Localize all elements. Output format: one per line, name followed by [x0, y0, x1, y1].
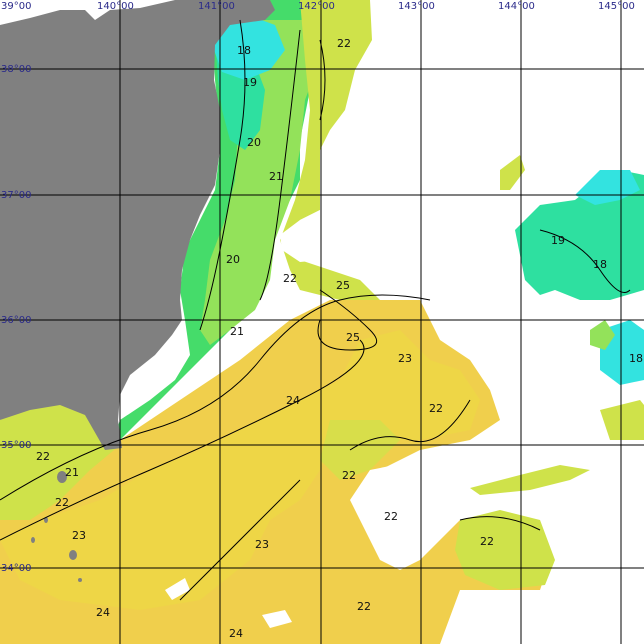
lat-label-38: 38°00 — [1, 64, 31, 75]
island-5 — [78, 578, 82, 582]
lon-label-142: 142°00 — [298, 1, 335, 12]
sea-surface-temperature-map: 39°00 140°00 141°00 142°00 143°00 144°00… — [0, 0, 644, 644]
contour-label: 22 — [357, 600, 371, 613]
contour-label: 18 — [237, 44, 251, 57]
contour-label: 21 — [65, 466, 79, 479]
contour-label: 22 — [283, 272, 297, 285]
lat-label-34: 34°00 — [1, 563, 31, 574]
lon-label-144: 144°00 — [498, 1, 535, 12]
contour-label: 22 — [429, 402, 443, 415]
contour-label: 19 — [551, 234, 565, 247]
lat-label-39: 39°00 — [1, 1, 31, 12]
contour-label: 19 — [243, 76, 257, 89]
contour-label: 22 — [384, 510, 398, 523]
contour-label: 22 — [337, 37, 351, 50]
island-2 — [69, 550, 77, 560]
lon-label-140: 140°00 — [97, 1, 134, 12]
contour-label: 23 — [255, 538, 269, 551]
island-4 — [31, 537, 35, 543]
lon-label-145: 145°00 — [598, 1, 635, 12]
contour-label: 21 — [269, 170, 283, 183]
contour-label: 25 — [336, 279, 350, 292]
contour-label: 24 — [96, 606, 110, 619]
contour-label: 23 — [398, 352, 412, 365]
contour-label: 18 — [593, 258, 607, 271]
lat-label-36: 36°00 — [1, 315, 31, 326]
contour-label: 20 — [226, 253, 240, 266]
contour-label: 22 — [55, 496, 69, 509]
contour-label: 18 — [629, 352, 643, 365]
contour-label: 24 — [229, 627, 243, 640]
lon-label-141: 141°00 — [198, 1, 235, 12]
contour-label: 22 — [342, 469, 356, 482]
contour-label: 25 — [346, 331, 360, 344]
lat-label-37: 37°00 — [1, 190, 31, 201]
contour-label: 22 — [36, 450, 50, 463]
lat-label-35: 35°00 — [1, 440, 31, 451]
lon-label-143: 143°00 — [398, 1, 435, 12]
contour-label: 22 — [480, 535, 494, 548]
contour-label: 21 — [230, 325, 244, 338]
contour-label: 23 — [72, 529, 86, 542]
contour-label: 20 — [247, 136, 261, 149]
contour-label: 24 — [286, 394, 300, 407]
